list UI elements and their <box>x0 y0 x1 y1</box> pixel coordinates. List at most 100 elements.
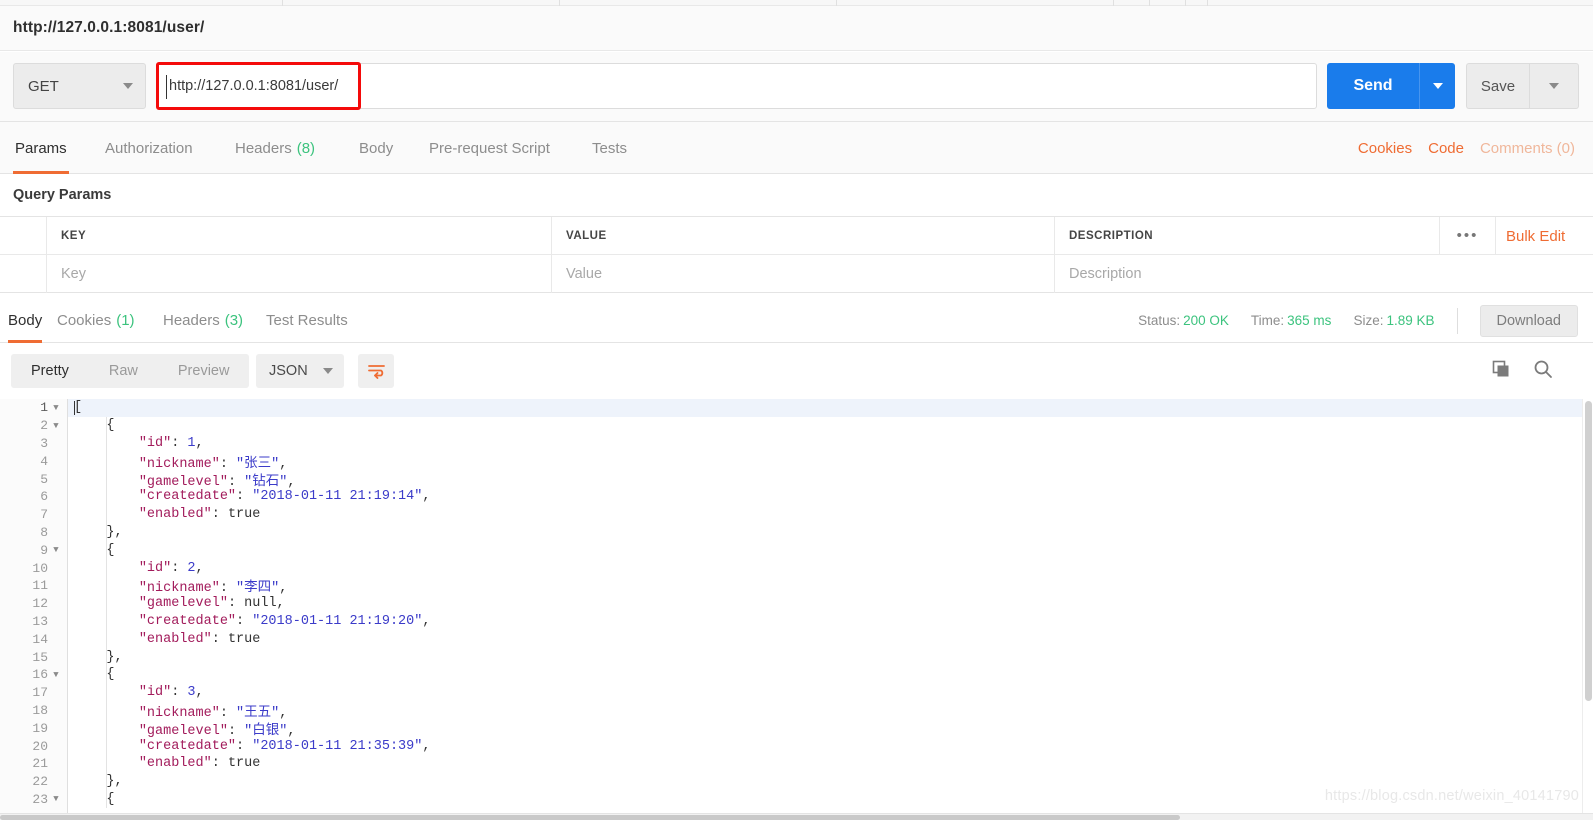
cookies-link[interactable]: Cookies <box>1358 140 1412 157</box>
word-wrap-button[interactable] <box>358 354 394 388</box>
text-cursor <box>74 401 75 415</box>
response-tab-cookies[interactable]: Cookies (1) <box>57 298 135 343</box>
fold-toggle-icon[interactable]: ▼ <box>51 403 61 413</box>
tab-tests[interactable]: Tests <box>590 122 629 174</box>
send-options-button[interactable] <box>1419 63 1455 109</box>
param-value-input[interactable]: Value <box>551 255 1054 293</box>
param-key-input[interactable]: Key <box>46 255 551 293</box>
row-checkbox-cell[interactable] <box>0 255 46 293</box>
view-mode-raw[interactable]: Raw <box>89 354 158 388</box>
search-icon <box>1534 360 1552 378</box>
code-line: 2 ▼ { <box>40 417 1593 435</box>
size-badge: Size: 1.89 KB <box>1353 313 1434 328</box>
tab-body[interactable]: Body <box>357 122 395 174</box>
code-token: "2018-01-11 21:19:20" <box>252 613 423 629</box>
response-meta: Status: 200 OK Time: 365 ms Size: 1.89 KB D… <box>1138 298 1578 343</box>
status-badge: Status: 200 OK <box>1138 313 1229 328</box>
code-token: "createdate" <box>138 738 237 754</box>
fold-toggle-icon[interactable]: ▼ <box>51 794 61 804</box>
comments-link[interactable]: Comments (0) <box>1480 140 1575 157</box>
code-line: 13 "createdate": "2018-01-11 21:19:20", <box>32 613 1593 631</box>
fold-toggle-icon[interactable]: ▼ <box>51 545 61 555</box>
code-line-text: { <box>68 418 114 433</box>
code-token: "id" <box>138 560 172 576</box>
fold-toggle-icon[interactable]: ▼ <box>51 670 61 680</box>
tab-headers[interactable]: Headers (8) <box>233 122 317 174</box>
scrollbar-thumb[interactable] <box>0 815 1180 820</box>
code-token: , <box>195 685 204 701</box>
save-button[interactable]: Save <box>1466 63 1529 109</box>
code-token: : <box>236 738 253 754</box>
save-options-button[interactable] <box>1529 63 1579 109</box>
search-button[interactable] <box>1533 359 1553 384</box>
code-line: 10 "id": 2, <box>32 559 1593 577</box>
bulk-edit-link[interactable]: Bulk Edit <box>1506 228 1565 245</box>
tab-label: Headers <box>163 312 220 329</box>
code-line: 17 "id": 3, <box>32 684 1593 702</box>
editor-vertical-scrollbar[interactable] <box>1582 399 1593 813</box>
code-token: true <box>227 756 261 772</box>
status-label: Status: <box>1138 313 1181 328</box>
tab-label: Pre-request Script <box>429 139 550 157</box>
response-tab-test-results[interactable]: Test Results <box>266 298 348 343</box>
code-token: "gamelevel" <box>138 596 228 612</box>
copy-icon <box>1492 360 1509 376</box>
tab-label: Tests <box>592 139 628 157</box>
view-mode-pretty[interactable]: Pretty <box>11 354 89 388</box>
tab-authorization[interactable]: Authorization <box>103 122 195 174</box>
editor-code-area[interactable]: 1 ▼[2 ▼ {3 "id": 1, 4 "nickname": "张三", 5 "g… <box>32 399 1593 813</box>
request-action-links: Cookies Code Comments (0) <box>1358 122 1575 174</box>
fold-toggle-icon[interactable]: ▼ <box>51 421 61 431</box>
code-token: : <box>171 435 188 451</box>
response-format-select[interactable]: JSON <box>256 354 344 388</box>
view-mode-preview[interactable]: Preview <box>158 354 250 388</box>
code-token: true <box>227 507 261 523</box>
line-number: 6 <box>40 489 48 505</box>
url-input[interactable]: http://127.0.0.1:8081/user/ <box>157 63 1317 109</box>
code-token: 3 <box>187 685 196 701</box>
response-tab-body[interactable]: Body <box>8 298 43 343</box>
bulk-edit-cell: Bulk Edit <box>1495 217 1593 255</box>
code-line: 1 ▼ [ <box>40 399 1593 417</box>
response-tab-headers[interactable]: Headers (3) <box>163 298 243 343</box>
code-line: 5 "gamelevel": "钻石", <box>40 470 1593 490</box>
param-description-input[interactable]: Description <box>1054 255 1593 293</box>
line-number: 13 <box>32 613 48 629</box>
code-line-text: "enabled": true <box>68 756 261 772</box>
response-body-editor[interactable]: 1 ▼[2 ▼ {3 "id": 1, 4 "nickname": "张三", 5 "g… <box>0 399 1593 813</box>
code-token: : <box>211 756 228 772</box>
copy-button[interactable] <box>1491 359 1511 384</box>
code-token: , <box>422 738 431 754</box>
code-token: "enabled" <box>138 756 212 772</box>
http-method-select[interactable]: GET <box>13 63 146 109</box>
line-number: 20 <box>32 738 48 754</box>
code-token: , <box>422 489 431 505</box>
editor-horizontal-scrollbar[interactable] <box>0 813 1593 820</box>
more-options-button[interactable]: ••• <box>1439 217 1495 255</box>
line-number: 4 <box>40 453 48 469</box>
code-line-text: "createdate": "2018-01-11 21:19:20", <box>68 613 431 629</box>
send-button[interactable]: Send <box>1327 63 1419 109</box>
download-button[interactable]: Download <box>1479 304 1578 337</box>
postman-window: http://127.0.0.1:8081/user/ GET http://1… <box>0 0 1593 820</box>
code-token: "2018-01-11 21:35:39" <box>252 738 423 754</box>
code-line-text: "id": 1, <box>68 436 204 451</box>
code-line-text: { <box>68 667 114 682</box>
code-token: null <box>244 596 277 612</box>
word-wrap-icon <box>367 365 385 379</box>
code-token: , <box>422 613 431 629</box>
tab-params[interactable]: Params <box>13 122 69 174</box>
page-title: http://127.0.0.1:8081/user/ <box>13 19 205 36</box>
tab-pre-request-script[interactable]: Pre-request Script <box>427 122 552 174</box>
scrollbar-thumb[interactable] <box>1585 401 1592 701</box>
code-token: 2 <box>187 560 196 576</box>
code-link[interactable]: Code <box>1428 140 1464 157</box>
response-format-label: JSON <box>269 363 308 379</box>
text-cursor <box>166 75 167 99</box>
code-token: true <box>227 631 261 647</box>
code-line: 12 "gamelevel": null, <box>32 595 1593 613</box>
line-number: 8 <box>40 524 48 540</box>
tab-label: Test Results <box>266 312 348 329</box>
column-header-label: VALUE <box>566 230 607 242</box>
param-description-placeholder: Description <box>1069 266 1142 282</box>
